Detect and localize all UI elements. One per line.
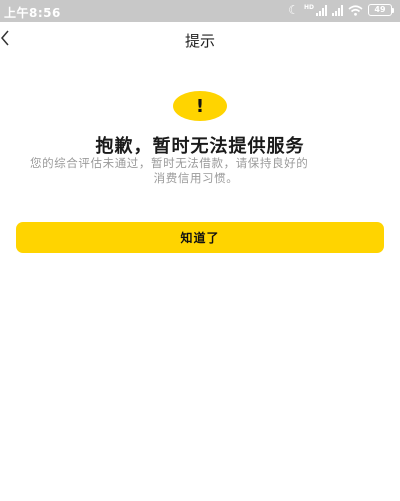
alert-description-line1: 您的综合评估未通过，暂时无法借款，请保持良好的 bbox=[30, 156, 309, 170]
status-time: 上午8:56 bbox=[4, 6, 61, 20]
battery-level: 49 bbox=[368, 4, 392, 16]
alert-headline: 抱歉，暂时无法提供服务 bbox=[95, 136, 305, 157]
alert-description: 您的综合评估未通过，暂时无法借款，请保持良好的 消费信用习惯。 bbox=[30, 156, 380, 186]
battery-icon: 49 bbox=[368, 4, 394, 16]
moon-icon: ☾ bbox=[288, 3, 299, 17]
status-icons: ☾ HD 49 bbox=[288, 3, 394, 17]
status-bar: 上午8:56 ☾ HD 49 bbox=[0, 0, 400, 22]
wifi-icon bbox=[348, 4, 363, 16]
network-tag: HD bbox=[303, 3, 314, 11]
nav-bar: 提示 bbox=[0, 22, 400, 56]
alert-description-line2: 消费信用习惯。 bbox=[153, 171, 239, 185]
page-title: 提示 bbox=[184, 32, 215, 50]
confirm-button[interactable]: 知道了 bbox=[16, 222, 384, 253]
exclamation-icon: ! bbox=[173, 91, 227, 121]
signal-icon-secondary bbox=[332, 4, 343, 16]
signal-icon: HD bbox=[303, 3, 327, 16]
